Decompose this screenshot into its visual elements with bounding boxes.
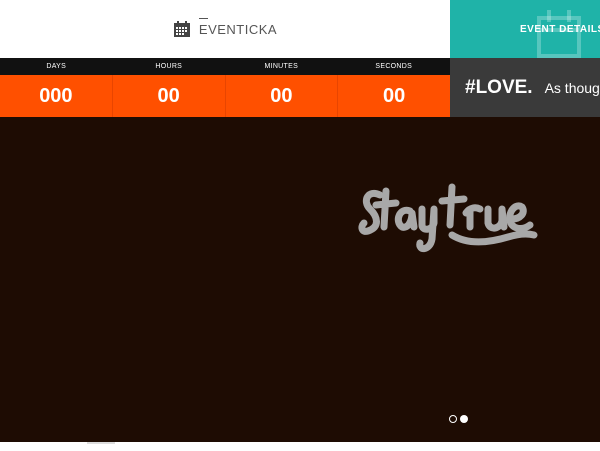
countdown-labels: DAYS HOURS MINUTES SECONDS	[0, 58, 450, 75]
countdown-label-seconds: SECONDS	[375, 63, 413, 70]
event-details-label: EVENT DETAILS	[520, 23, 600, 35]
slider-pagination	[449, 415, 468, 423]
countdown-label-days: DAYS	[46, 63, 67, 70]
countdown-seconds: 00	[383, 85, 406, 107]
header-brand-area: EVENTICKA	[0, 0, 450, 58]
countdown-label-minutes: MINUTES	[264, 63, 299, 70]
countdown-days: 000	[0, 75, 113, 117]
footer-strip	[0, 442, 600, 451]
footer-tab	[87, 442, 115, 444]
calendar-icon	[173, 20, 191, 38]
slide-dot-2[interactable]	[460, 415, 468, 423]
countdown-values: 000 00 00 00	[0, 75, 450, 117]
ticker-message: As thoug	[544, 79, 600, 96]
event-details-button[interactable]: EVENT DETAILS	[450, 0, 600, 58]
brand-name: EVENTICKA	[198, 17, 278, 37]
ticker-hashtag: #LOVE.	[465, 76, 533, 98]
hero-slider	[0, 117, 600, 442]
countdown-minutes: 00	[226, 75, 339, 117]
countdown-label-hours: HOURS	[155, 63, 183, 70]
news-ticker: #LOVE. As thoug	[450, 58, 600, 117]
logo[interactable]: EVENTICKA	[173, 17, 278, 38]
staytrue-logo	[358, 183, 538, 252]
countdown-hours: 00	[113, 75, 226, 117]
slide-dot-1[interactable]	[449, 415, 457, 423]
